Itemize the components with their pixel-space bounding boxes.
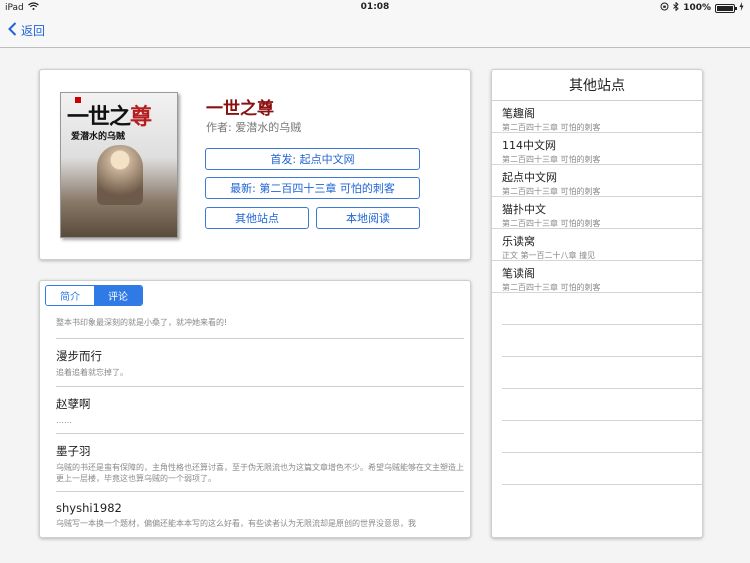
book-cover-image: 一世之尊 爱潜水的乌贼 <box>60 92 178 238</box>
comment-body: 追着追着就忘掉了。 <box>56 368 128 377</box>
comment-author: 漫步而行 <box>56 349 102 363</box>
back-label: 返回 <box>21 24 46 38</box>
first-publish-site-button[interactable]: 首发: 起点中文网 <box>205 148 420 170</box>
site-latest-chapter: 正文 第一百二十八章 撞见 <box>502 251 596 260</box>
bluetooth-icon <box>673 1 679 14</box>
review-card: 简介 评论 整本书印象最深刻的就是小桑了，就冲她来看的! 漫步而行 追着追着就忘… <box>39 280 471 538</box>
site-name: 乐读窝 <box>502 235 535 248</box>
site-row[interactable]: 猫扑中文 第二百四十三章 可怕的刺客 <box>492 197 702 229</box>
comment-item: 墨子羽 乌贼的书还是蛮有保障的，主角性格也还算讨喜，至于伪无限流也为这篇文章增色… <box>56 443 464 492</box>
empty-row <box>502 421 702 453</box>
site-latest-chapter: 第二百四十三章 可怕的刺客 <box>502 187 601 196</box>
site-name: 笔趣阁 <box>502 107 535 120</box>
battery-percent: 100% <box>683 3 711 13</box>
site-latest-chapter: 第二百四十三章 可怕的刺客 <box>502 219 601 228</box>
comment-author: 墨子羽 <box>56 444 91 458</box>
status-bar: iPad 01:08 100% <box>0 0 750 16</box>
comment-item: 整本书印象最深刻的就是小桑了，就冲她来看的! <box>56 307 464 339</box>
book-author: 作者: 爱潜水的乌贼 <box>206 121 302 134</box>
other-sites-title: 其他站点 <box>492 70 702 101</box>
comment-body: …… <box>56 416 72 425</box>
empty-row <box>502 357 702 389</box>
intro-comments-segmented-control: 简介 评论 <box>45 285 143 306</box>
site-row[interactable]: 起点中文网 第二百四十三章 可怕的刺客 <box>492 165 702 197</box>
status-time: 01:08 <box>360 2 390 12</box>
battery-icon <box>715 3 737 13</box>
back-button[interactable]: 返回 <box>8 22 45 39</box>
latest-chapter-button[interactable]: 最新: 第二百四十三章 可怕的刺客 <box>205 177 420 199</box>
book-title: 一世之尊 <box>206 99 274 119</box>
site-name: 114中文网 <box>502 139 556 152</box>
comment-body: 整本书印象最深刻的就是小桑了，就冲她来看的! <box>56 318 228 327</box>
empty-row <box>502 389 702 421</box>
tab-intro[interactable]: 简介 <box>46 286 94 305</box>
site-name: 猫扑中文 <box>502 203 546 216</box>
orientation-lock-icon <box>660 2 669 14</box>
charging-icon <box>739 2 744 14</box>
cover-figure-illustration <box>97 145 143 205</box>
local-read-button[interactable]: 本地阅读 <box>316 207 420 229</box>
site-latest-chapter: 第二百四十三章 可怕的刺客 <box>502 155 601 164</box>
comment-author: 赵孽啊 <box>56 397 91 411</box>
site-latest-chapter: 第二百四十三章 可怕的刺客 <box>502 283 601 292</box>
other-sites-button[interactable]: 其他站点 <box>205 207 309 229</box>
cover-title: 一世之尊 <box>67 104 152 130</box>
navigation-bar: 返回 <box>0 16 750 48</box>
tab-comments[interactable]: 评论 <box>94 286 142 305</box>
site-latest-chapter: 第二百四十三章 可怕的刺客 <box>502 123 601 132</box>
site-row[interactable]: 乐读窝 正文 第一百二十八章 撞见 <box>492 229 702 261</box>
site-row[interactable]: 114中文网 第二百四十三章 可怕的刺客 <box>492 133 702 165</box>
comment-item: shyshi1982 乌贼写一本换一个题材，偏偏还能本本写的这么好看，有些读者认… <box>56 501 464 537</box>
site-row[interactable]: 笔趣阁 第二百四十三章 可怕的刺客 <box>492 101 702 133</box>
comment-author: shyshi1982 <box>56 501 122 515</box>
empty-row <box>502 453 702 485</box>
site-name: 笔读阁 <box>502 267 535 280</box>
empty-row <box>502 293 702 325</box>
comment-item: 漫步而行 追着追着就忘掉了。 <box>56 348 464 387</box>
book-info-card: 一世之尊 爱潜水的乌贼 一世之尊 作者: 爱潜水的乌贼 首发: 起点中文网 最新… <box>39 69 471 260</box>
other-sites-panel: 其他站点 笔趣阁 第二百四十三章 可怕的刺客 114中文网 第二百四十三章 可怕… <box>491 69 703 538</box>
comment-body: 乌贼写一本换一个题材，偏偏还能本本写的这么好看，有些读者认为无限流却是原创的世界… <box>56 519 416 528</box>
site-name: 起点中文网 <box>502 171 557 184</box>
comment-item: 赵孽啊 …… <box>56 396 464 434</box>
site-row[interactable]: 笔读阁 第二百四十三章 可怕的刺客 <box>492 261 702 293</box>
comment-body: 乌贼的书还是蛮有保障的，主角性格也还算讨喜，至于伪无限流也为这篇文章增色不少。希… <box>56 463 464 483</box>
cover-author: 爱潜水的乌贼 <box>71 132 126 142</box>
empty-row <box>502 325 702 357</box>
chevron-left-icon <box>8 22 17 39</box>
